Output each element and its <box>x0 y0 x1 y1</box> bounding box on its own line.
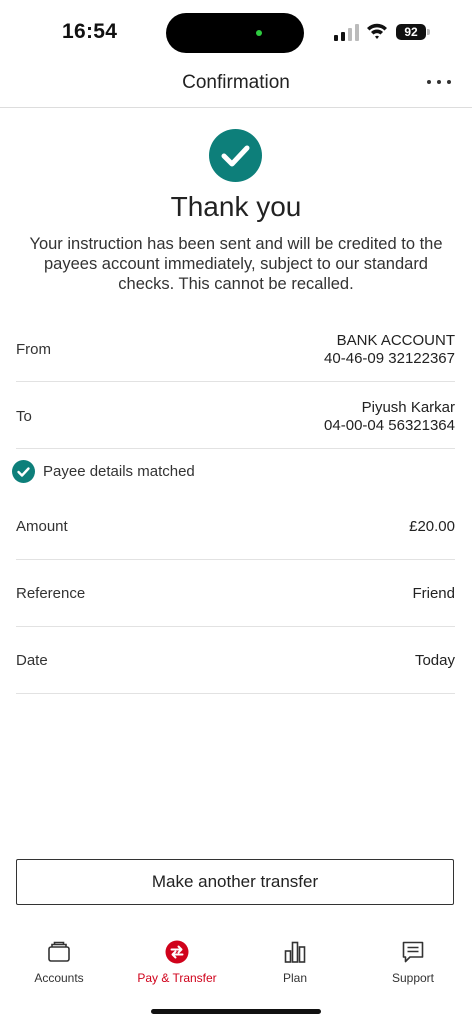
payee-name: Piyush Karkar <box>361 399 455 416</box>
status-bar: 16:54 92 <box>0 0 472 62</box>
from-label: From <box>16 341 51 358</box>
wifi-icon <box>367 23 387 39</box>
date-label: Date <box>16 652 48 669</box>
from-account-number: 40-46-09 32122367 <box>324 350 455 367</box>
payee-match-text: Payee details matched <box>43 463 195 480</box>
tab-accounts[interactable]: Accounts <box>0 928 118 992</box>
bottom-tab-bar: Accounts Pay & Transfer Plan Support <box>0 928 472 998</box>
dynamic-island <box>166 13 304 53</box>
status-time: 16:54 <box>62 20 118 43</box>
from-account-name: BANK ACCOUNT <box>336 332 455 349</box>
to-row: To Piyush Karkar 04-00-04 56321364 <box>16 382 455 449</box>
amount-label: Amount <box>16 518 68 535</box>
amount-row: Amount £20.00 <box>16 492 455 560</box>
transfer-arrows-icon <box>165 940 189 964</box>
payee-account-number: 04-00-04 56321364 <box>324 417 455 434</box>
wallet-icon <box>48 941 70 962</box>
from-row: From BANK ACCOUNT 40-46-09 32122367 <box>16 315 455 382</box>
camera-indicator-dot <box>256 30 262 36</box>
bar-chart-icon <box>284 941 306 963</box>
tab-pay-transfer-label: Pay & Transfer <box>137 971 217 985</box>
confirmation-message: Your instruction has been sent and will … <box>29 235 443 293</box>
reference-value: Friend <box>412 585 455 602</box>
success-check-icon <box>209 129 262 182</box>
date-value: Today <box>414 652 455 669</box>
tab-pay-transfer[interactable]: Pay & Transfer <box>118 928 236 992</box>
to-value: Piyush Karkar 04-00-04 56321364 <box>324 399 455 435</box>
tab-support[interactable]: Support <box>354 928 472 992</box>
tab-plan-label: Plan <box>282 971 308 985</box>
page-header: Confirmation <box>0 62 472 108</box>
tab-plan[interactable]: Plan <box>236 928 354 992</box>
reference-row: Reference Friend <box>16 560 455 627</box>
to-label: To <box>16 408 32 425</box>
home-indicator <box>151 1009 321 1014</box>
reference-label: Reference <box>16 585 86 602</box>
signal-icon <box>334 24 360 41</box>
check-circle-icon <box>12 460 35 483</box>
tab-support-label: Support <box>391 971 435 985</box>
date-row: Date Today <box>16 627 455 694</box>
battery-indicator: 92 <box>396 24 426 40</box>
make-another-transfer-button[interactable]: Make another transfer <box>16 859 454 905</box>
page-title: Confirmation <box>182 72 290 93</box>
thank-you-heading: Thank you <box>170 191 302 222</box>
more-options-button[interactable] <box>424 70 454 94</box>
amount-value: £20.00 <box>409 518 455 535</box>
battery-cap <box>427 29 430 35</box>
tab-accounts-label: Accounts <box>34 971 84 985</box>
from-value: BANK ACCOUNT 40-46-09 32122367 <box>324 332 455 368</box>
chat-icon <box>402 941 424 963</box>
